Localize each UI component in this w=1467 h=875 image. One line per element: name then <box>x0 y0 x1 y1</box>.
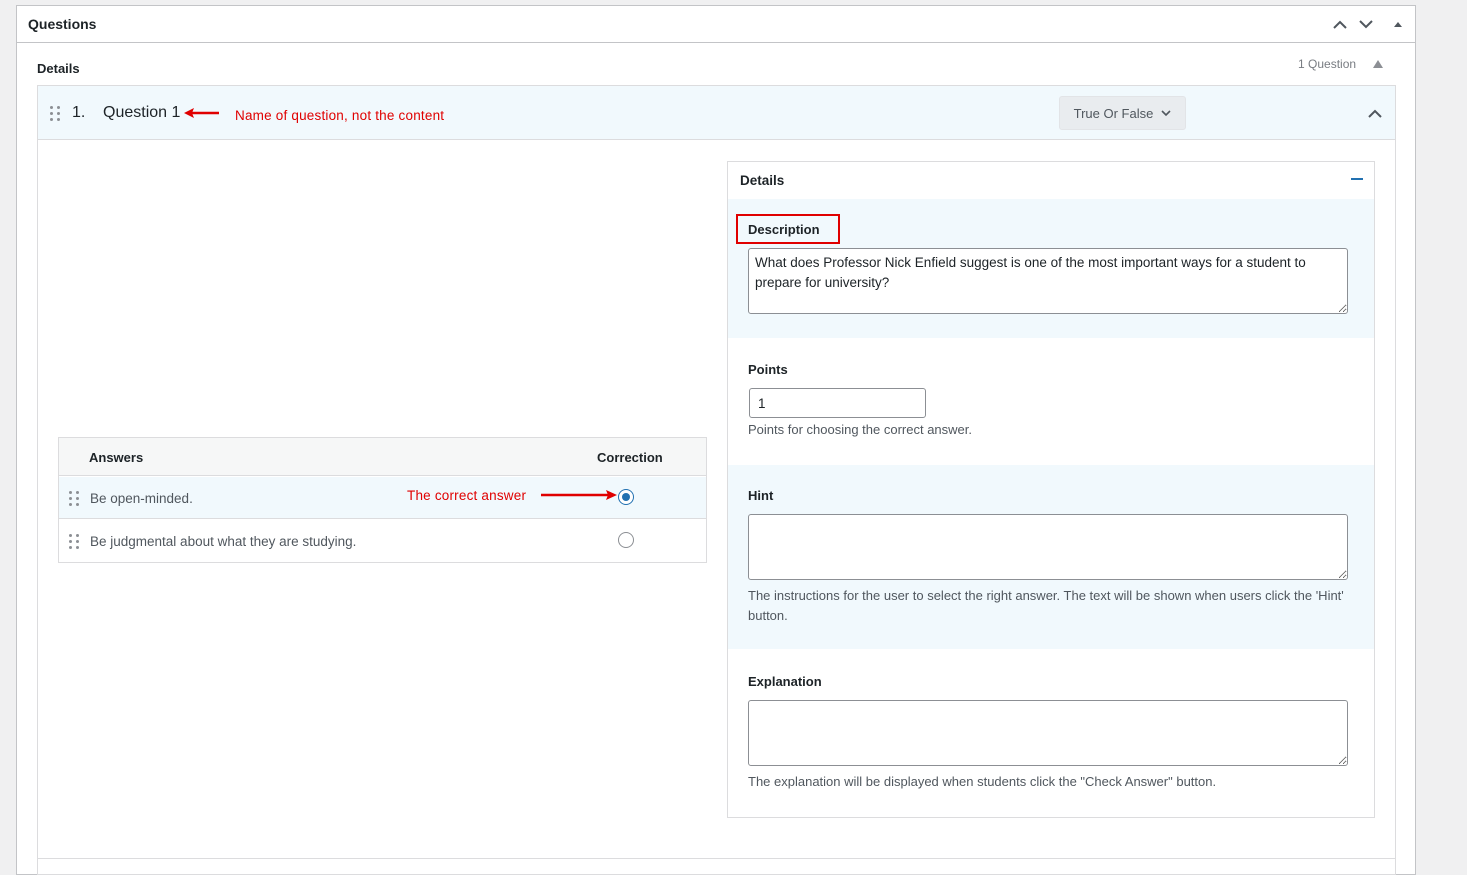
minus-icon <box>1351 177 1363 180</box>
question-title[interactable]: Question 1 <box>103 104 180 122</box>
answers-table-header: Answers Correction <box>59 438 706 476</box>
move-up-button[interactable] <box>1330 14 1350 34</box>
divider <box>38 858 1395 859</box>
details-heading: Details <box>37 61 80 76</box>
points-help-text: Points for choosing the correct answer. <box>748 422 973 437</box>
question-count: 1 Question <box>1298 57 1357 71</box>
answer-text[interactable]: Be judgmental about what they are studyi… <box>90 534 356 549</box>
annotation-arrow-icon <box>541 490 617 500</box>
triangle-up-icon <box>1394 21 1402 27</box>
points-input[interactable] <box>749 388 926 418</box>
explanation-label: Explanation <box>748 674 822 689</box>
chevron-up-icon <box>1333 20 1347 29</box>
question-type-dropdown[interactable]: True Or False <box>1059 96 1186 130</box>
annotation-highlight-box <box>736 214 840 244</box>
answer-drag-handle-icon[interactable] <box>69 491 80 506</box>
collapse-question-button[interactable] <box>1364 104 1386 122</box>
answers-column-header: Answers <box>89 450 144 465</box>
collapse-all-button[interactable] <box>1369 55 1387 73</box>
correction-column-header: Correction <box>597 450 663 465</box>
metabox-header: Questions <box>16 5 1416 43</box>
annotation-arrow-icon <box>184 108 219 118</box>
annotation-correct-answer: The correct answer <box>407 488 527 503</box>
metabox-title: Questions <box>28 16 97 32</box>
points-label: Points <box>748 362 788 377</box>
hint-help-text: The instructions for the user to select … <box>748 588 1344 623</box>
explanation-field[interactable] <box>748 700 1348 766</box>
question-number: 1. <box>72 104 86 121</box>
triangle-up-icon <box>1373 60 1383 68</box>
chevron-up-icon <box>1368 109 1382 118</box>
description-field[interactable]: What does Professor Nick Enfield suggest… <box>748 248 1348 314</box>
collapse-details-button[interactable] <box>1348 170 1366 188</box>
chevron-down-icon <box>1359 19 1373 28</box>
correct-answer-radio[interactable] <box>618 532 634 548</box>
answer-text[interactable]: Be open-minded. <box>90 491 193 506</box>
move-down-button[interactable] <box>1356 14 1376 34</box>
chevron-down-icon <box>1161 109 1171 116</box>
details-panel-title: Details <box>740 173 785 188</box>
hint-label: Hint <box>748 488 774 503</box>
toggle-panel-button[interactable] <box>1388 14 1408 34</box>
annotation-question-name: Name of question, not the content <box>235 108 445 123</box>
question-type-label: True Or False <box>1073 105 1154 121</box>
hint-field[interactable] <box>748 514 1348 580</box>
correct-answer-radio[interactable] <box>618 489 634 505</box>
question-drag-handle-icon[interactable] <box>50 106 61 121</box>
explanation-help-text: The explanation will be displayed when s… <box>748 774 1217 789</box>
answer-drag-handle-icon[interactable] <box>69 534 80 549</box>
